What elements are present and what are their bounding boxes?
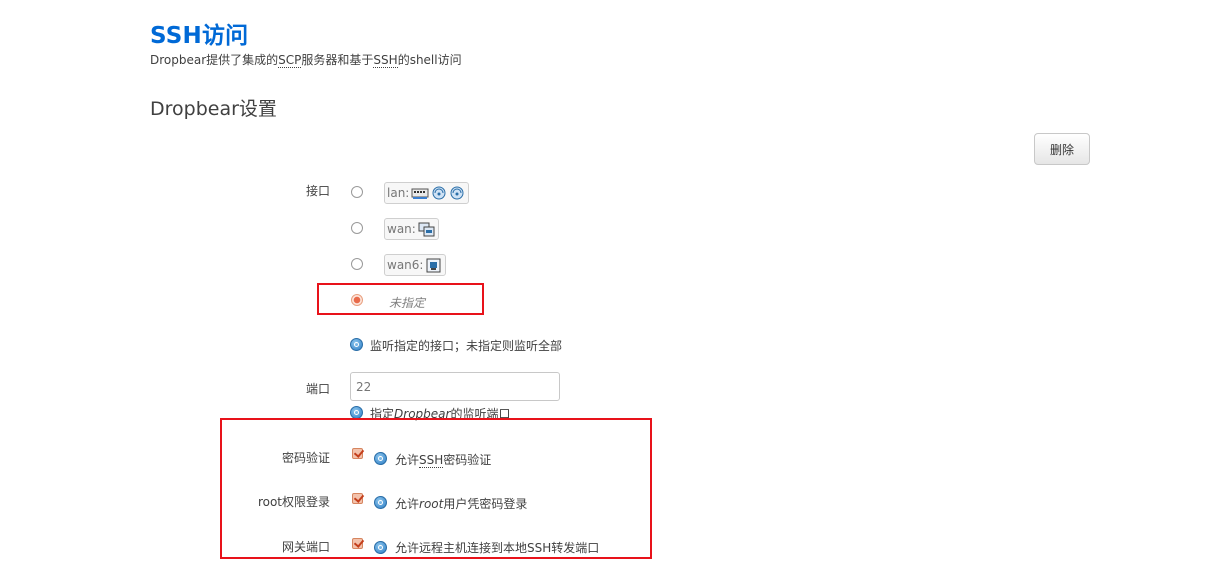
- help-icon: [350, 338, 363, 351]
- description-prefix: Dropbear提供了集成的: [150, 53, 279, 67]
- interface-name-wan: wan:: [387, 222, 416, 236]
- wireless-icon: [450, 186, 464, 200]
- interface-badge-lan: lan:: [384, 182, 470, 204]
- interface-radio-lan[interactable]: [351, 186, 363, 198]
- interface-radio-wan6[interactable]: [351, 258, 363, 270]
- page-description: Dropbear提供了集成的SCP服务器和基于SSH的shell访问: [150, 51, 462, 68]
- highlight-box-unspecified: [317, 283, 484, 315]
- highlight-box-options: [220, 418, 652, 559]
- ssh-abbr: SSH: [373, 53, 398, 68]
- interface-name-lan: lan:: [387, 186, 410, 200]
- interface-badge-wan: wan:: [384, 218, 439, 240]
- section-title: Dropbear设置: [150, 98, 277, 120]
- description-suffix: 的shell访问: [397, 53, 462, 67]
- scp-abbr: SCP: [278, 53, 302, 68]
- description-mid: 服务器和基于: [301, 53, 374, 67]
- port-label: 端口: [305, 382, 330, 396]
- interface-name-wan6: wan6:: [387, 258, 424, 272]
- ethernet-port-icon: [418, 222, 435, 236]
- port-input[interactable]: [350, 372, 560, 401]
- interface-radio-wan[interactable]: [351, 222, 363, 234]
- interface-help: 监听指定的接口；未指定则监听全部: [370, 339, 563, 353]
- ethernet-port-icon: [426, 258, 441, 272]
- interface-badge-wan6: wan6:: [384, 254, 447, 276]
- wireless-icon: [432, 186, 446, 200]
- switch-icon: [411, 188, 429, 199]
- interface-label: 接口: [305, 184, 330, 198]
- ssh-access-page: SSH访问 Dropbear提供了集成的SCP服务器和基于SSH的shell访问…: [0, 0, 1225, 573]
- delete-button[interactable]: 删除: [1034, 133, 1090, 165]
- page-title: SSH访问: [150, 23, 249, 49]
